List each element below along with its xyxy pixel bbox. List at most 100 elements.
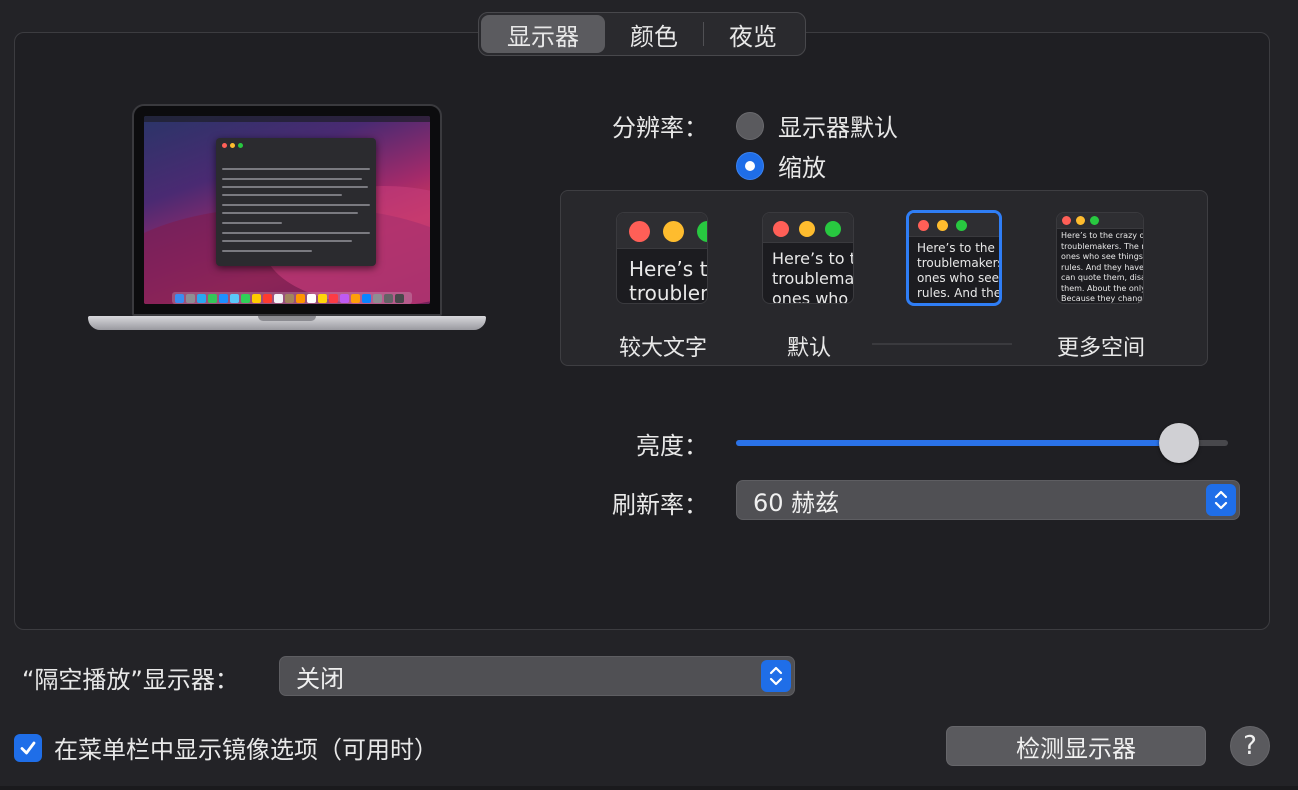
preview-text: Here’s to the crazy one troublemakers. T… xyxy=(1061,231,1144,303)
scale-option-larger-text[interactable]: Here’s to troublem xyxy=(616,212,708,304)
laptop-notch xyxy=(258,316,316,321)
dock-icon xyxy=(263,293,272,303)
mini-text-line xyxy=(222,212,358,214)
dock-icon xyxy=(395,293,404,303)
dock-icon xyxy=(384,293,393,303)
checkbox-label: 在菜单栏中显示镜像选项（可用时） xyxy=(54,736,438,764)
preview-text: Here’s to t troublema ones who xyxy=(772,249,854,304)
tab-bar: 显示器 颜色 夜览 xyxy=(478,12,806,56)
mini-text-line xyxy=(222,222,282,224)
zoom-dot xyxy=(825,221,841,237)
dock-icon xyxy=(274,293,283,303)
radio-button[interactable] xyxy=(736,151,764,180)
preview-text: Here’s to troublem xyxy=(629,257,707,304)
selection-track xyxy=(872,343,1012,345)
popup-stepper-icon xyxy=(761,660,791,692)
popup-value: 关闭 xyxy=(296,664,344,693)
mini-text-line xyxy=(222,250,312,252)
dock-icon xyxy=(175,293,184,303)
radio-scaled[interactable]: 缩放 xyxy=(736,148,826,183)
mini-text-line xyxy=(222,240,352,242)
laptop-screen xyxy=(144,116,430,304)
detect-displays-button[interactable]: 检测显示器 xyxy=(946,726,1206,766)
zoom-dot xyxy=(697,221,707,242)
scale-option-more-space[interactable]: Here’s to the crazy one troublemakers. T… xyxy=(1056,212,1144,304)
close-dot xyxy=(773,221,789,237)
preview-window-controls xyxy=(629,221,707,242)
brightness-label: 亮度： xyxy=(636,432,708,460)
mirror-options-checkbox[interactable] xyxy=(14,733,42,762)
mini-window-controls xyxy=(222,143,243,148)
help-button[interactable]: ? xyxy=(1230,726,1270,766)
dock-icon xyxy=(230,293,239,303)
mini-text-line xyxy=(222,178,362,180)
dock-icon xyxy=(219,293,228,303)
preview-window-controls xyxy=(918,220,967,231)
dock-icon xyxy=(307,293,316,303)
minimize-dot xyxy=(799,221,815,237)
display-preferences-window: 显示器 颜色 夜览 分辨率： 显示器默认 缩放 Here’s t trouble… xyxy=(0,0,1298,790)
scale-option-caption: 默认 xyxy=(786,336,831,361)
tab-display[interactable]: 显示器 xyxy=(481,15,605,53)
resolution-label: 分辨率： xyxy=(612,114,708,142)
tab-night-shift[interactable]: 夜览 xyxy=(704,15,802,53)
macbook-illustration xyxy=(88,104,486,340)
tab-color[interactable]: 颜色 xyxy=(605,15,703,53)
minimize-dot xyxy=(937,220,948,231)
mirror-options-checkbox-row[interactable]: 在菜单栏中显示镜像选项（可用时） xyxy=(14,730,438,765)
dock-icon xyxy=(373,293,382,303)
close-dot xyxy=(1062,216,1071,225)
mini-menubar xyxy=(144,116,430,122)
minimize-dot xyxy=(1076,216,1085,225)
close-dot xyxy=(918,220,929,231)
mini-text-line xyxy=(222,204,370,206)
preview-text: Here’s to the cr troublemakers. ones who… xyxy=(917,241,1001,300)
airplay-popup[interactable]: 关闭 xyxy=(279,656,795,696)
dock-icon xyxy=(351,293,360,303)
mini-text-line xyxy=(222,194,342,196)
mini-close-dot xyxy=(222,143,227,148)
mini-text-line xyxy=(222,168,370,170)
radio-label: 显示器默认 xyxy=(778,114,898,142)
dock-icon xyxy=(252,293,261,303)
slider-fill xyxy=(736,440,1179,446)
radio-label: 缩放 xyxy=(778,154,826,182)
dock-icon xyxy=(186,293,195,303)
dock-icon xyxy=(362,293,371,303)
slider-knob[interactable] xyxy=(1158,423,1199,463)
scale-option-selected[interactable]: Here’s to the cr troublemakers. ones who… xyxy=(906,210,1002,306)
zoom-dot xyxy=(956,220,967,231)
close-dot xyxy=(629,221,650,242)
scale-option-caption: 较大文字 xyxy=(618,336,707,361)
laptop-lid xyxy=(132,104,442,316)
brightness-slider[interactable] xyxy=(736,422,1228,464)
preview-window-controls xyxy=(773,221,841,237)
refresh-rate-label: 刷新率： xyxy=(612,491,708,519)
chevron-up-down-icon xyxy=(1214,490,1228,510)
window-bottom-edge xyxy=(0,786,1298,790)
checkmark-icon xyxy=(20,741,36,754)
radio-display-default[interactable]: 显示器默认 xyxy=(736,108,898,143)
dock-icon xyxy=(241,293,250,303)
mini-text-line xyxy=(222,186,368,188)
minimize-dot xyxy=(663,221,684,242)
airplay-label: “隔空播放”显示器： xyxy=(22,666,239,694)
scale-option-default[interactable]: Here’s to t troublema ones who xyxy=(762,212,854,304)
dock-icon xyxy=(208,293,217,303)
radio-button[interactable] xyxy=(736,111,764,140)
mini-text-line xyxy=(222,232,370,234)
scale-option-caption: 更多空间 xyxy=(1056,336,1145,361)
chevron-up-down-icon xyxy=(769,666,783,686)
dock-icon xyxy=(285,293,294,303)
dock-icon xyxy=(318,293,327,303)
preview-window-controls xyxy=(1062,216,1099,225)
mini-zoom-dot xyxy=(238,143,243,148)
mini-dock xyxy=(172,292,412,304)
popup-stepper-icon xyxy=(1206,484,1236,516)
dock-icon xyxy=(197,293,206,303)
dock-icon xyxy=(340,293,349,303)
mini-minimize-dot xyxy=(230,143,235,148)
dock-icon xyxy=(329,293,338,303)
mini-window xyxy=(216,138,376,266)
refresh-rate-popup[interactable]: 60 赫兹 xyxy=(736,480,1240,520)
